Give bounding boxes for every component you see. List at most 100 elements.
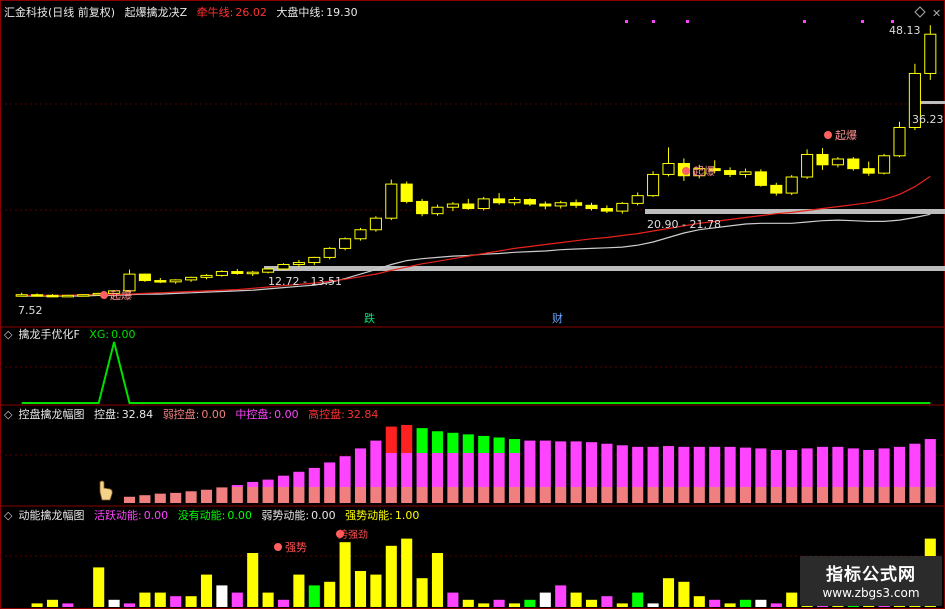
watermark-url: www.zbgs3.com xyxy=(822,586,920,600)
kongpan-bar-top xyxy=(462,434,474,453)
candle-body xyxy=(46,294,59,298)
gao-label: 高控盘: xyxy=(308,408,345,421)
panel2-title[interactable]: 擒龙手优化F xyxy=(18,328,79,341)
top-dot xyxy=(686,20,689,23)
kongpan-bar-mid xyxy=(493,453,505,487)
xg-value: 0.00 xyxy=(111,328,136,341)
kongpan-bar-top xyxy=(539,440,551,453)
kongpan-bar-base xyxy=(370,487,382,503)
kongpan-bar-top xyxy=(478,435,490,453)
top-dot xyxy=(891,20,894,23)
candle-body xyxy=(385,183,398,219)
candle-body xyxy=(308,256,321,264)
dongneng-bar xyxy=(93,567,105,607)
top-dots xyxy=(625,20,894,23)
kongpan-bar-base xyxy=(431,487,444,503)
ruo-value: 0.00 xyxy=(201,408,226,421)
meiyou-value: 0.00 xyxy=(227,509,252,522)
panel4-title[interactable]: 动能擒龙幅图 xyxy=(18,509,84,522)
kongpan-bar-base xyxy=(709,487,721,503)
candle-body xyxy=(369,217,382,231)
svg-text:起爆: 起爆 xyxy=(835,128,857,142)
zone-mid-label: 20.90 - 21.78 xyxy=(647,218,721,231)
svg-text:起爆: 起爆 xyxy=(110,288,132,302)
market-value: 19.30 xyxy=(326,6,358,19)
panel3-title[interactable]: 控盘擒龙幅图 xyxy=(18,408,84,421)
kongpan-bar-mid xyxy=(462,453,474,487)
cursor-hand-icon xyxy=(99,480,113,501)
candle-body xyxy=(231,271,244,274)
kongpan-bar-base xyxy=(339,487,351,503)
kongpan-bar-mid xyxy=(370,453,382,487)
kongpan-bar-mid xyxy=(863,453,875,487)
kongpan-bar-mid xyxy=(755,453,767,487)
kongpan-bar-base xyxy=(632,487,644,503)
dongneng-bar xyxy=(216,585,228,607)
indicator-name[interactable]: 起爆擒龙决Z xyxy=(125,6,188,19)
candle-body xyxy=(477,198,490,210)
candle-body xyxy=(292,262,305,265)
candle-body xyxy=(724,170,737,175)
candle-body xyxy=(138,273,151,282)
kongpan-bar-top xyxy=(709,446,721,453)
candle-body xyxy=(893,126,906,157)
kongpan-bar-top xyxy=(909,443,921,453)
marker-cai: 财 xyxy=(552,311,563,325)
candle-body xyxy=(416,200,429,215)
kongpan-bar-mid xyxy=(231,485,243,487)
close-x-icon[interactable]: ✕ xyxy=(932,7,941,20)
zhong-label: 中控盘: xyxy=(235,408,273,421)
marker-die: 跌 xyxy=(364,311,375,325)
dongneng-bar xyxy=(277,599,290,607)
qiangshi-value: 1.00 xyxy=(394,509,420,522)
kongpan-bar-mid xyxy=(632,453,644,487)
kongpan-bar-top xyxy=(739,447,752,453)
candle-body xyxy=(462,203,475,210)
support-zone-low xyxy=(264,266,945,271)
kongpan-bar-base xyxy=(770,487,782,503)
kongpan-bar-base xyxy=(816,487,829,503)
kongpan-bar-mid xyxy=(786,453,798,487)
dongneng-bar xyxy=(139,592,151,607)
kongpan-bar-base xyxy=(493,487,505,503)
kongpan-bar-top xyxy=(662,446,675,453)
period-label: (日线 前复权) xyxy=(48,6,116,19)
kongpan-bar-top xyxy=(616,445,628,453)
qiangshi-label: 强势动能: xyxy=(345,509,393,522)
dongneng-bar xyxy=(524,599,536,607)
dongneng-bar xyxy=(678,581,690,607)
kongpan-bar-mid xyxy=(431,453,444,487)
candle-body xyxy=(739,171,752,175)
svg-text:势强劲: 势强劲 xyxy=(338,528,368,541)
price-high-label: 48.13 xyxy=(889,24,921,37)
dongneng-bar xyxy=(662,578,675,607)
dongneng-bar xyxy=(462,599,474,607)
kongpan-bar-base xyxy=(247,487,259,503)
dongneng-bar xyxy=(231,592,243,607)
dongneng-bar xyxy=(108,599,120,607)
kongpan-bar-base xyxy=(216,487,228,503)
candle-body xyxy=(400,183,413,202)
tag-qiangshi: 强势 xyxy=(274,541,307,554)
kongpan-bar-mid xyxy=(662,453,675,487)
candle-body xyxy=(339,238,352,249)
kongpan-bar-base xyxy=(832,487,844,503)
kongpan-bar-top xyxy=(370,440,382,453)
kongpan-bar-base xyxy=(786,487,798,503)
kongpan-bar-top xyxy=(847,448,859,453)
candle-body xyxy=(816,153,829,166)
candle-body xyxy=(77,294,90,297)
kongpan-bar-mid xyxy=(678,453,690,487)
top-dot xyxy=(625,20,628,23)
top-dot xyxy=(803,20,806,23)
kongpan-bar-base xyxy=(739,487,752,503)
kongpan-bar-base xyxy=(647,487,659,503)
kongpan-bar-base xyxy=(293,487,305,503)
dongneng-bar xyxy=(570,592,582,607)
collapse-diamond-icon[interactable] xyxy=(914,6,926,18)
kongpan-bar-base xyxy=(185,491,197,503)
kongpan-bar-top xyxy=(524,440,536,453)
candle-body xyxy=(600,208,613,212)
dongneng-bar xyxy=(354,571,367,607)
kongpan-bar-base xyxy=(570,487,582,503)
